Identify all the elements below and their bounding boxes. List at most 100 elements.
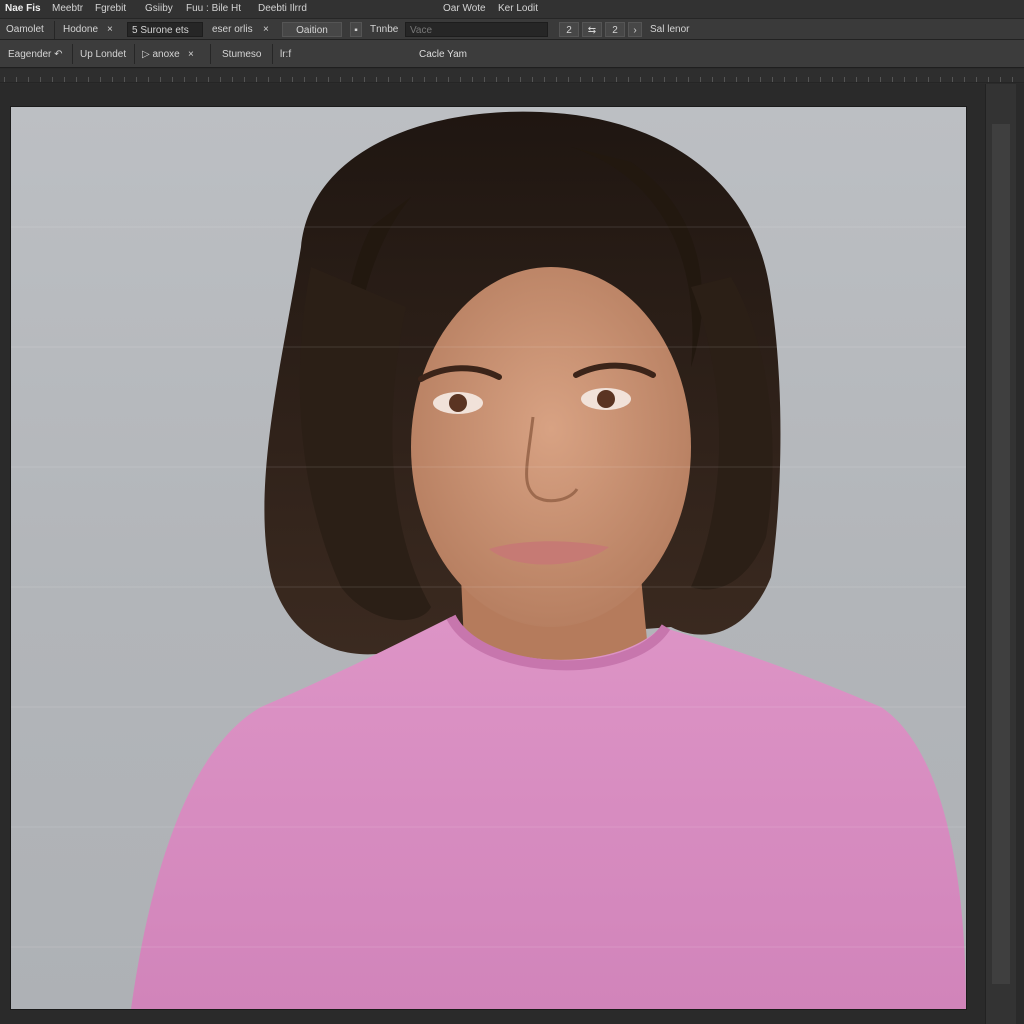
ruler-tick: [988, 77, 989, 82]
menu-item-layer[interactable]: Gsiiby: [145, 3, 173, 14]
tone-label: Tnnbe: [370, 24, 399, 35]
ruler-tick: [112, 77, 113, 82]
close-icon[interactable]: ×: [188, 47, 194, 62]
chevron-right-icon[interactable]: ›: [628, 22, 642, 37]
ruler-tick: [928, 77, 929, 82]
shirt: [131, 617, 966, 1009]
ruler-tick: [892, 77, 893, 82]
ruler-tick: [532, 77, 533, 82]
ruler-tick: [244, 77, 245, 82]
nav-button-1[interactable]: 2: [559, 22, 579, 37]
ruler-tick: [172, 77, 173, 82]
ruler-tick: [592, 77, 593, 82]
tab-annex[interactable]: ▷ anoxe: [142, 47, 180, 62]
ruler-tick: [424, 77, 425, 82]
menu-item-window[interactable]: Oar Wote: [443, 3, 486, 14]
ruler-tick: [580, 77, 581, 82]
image-canvas[interactable]: [10, 106, 967, 1010]
right-options-label[interactable]: Sal lenor: [650, 22, 689, 37]
ruler-tick: [388, 77, 389, 82]
ruler-tick: [268, 77, 269, 82]
preset-label[interactable]: Oamolet: [6, 22, 44, 37]
ruler-tick: [1012, 77, 1013, 82]
ruler-tick: [484, 77, 485, 82]
ruler-tick: [712, 77, 713, 82]
left-iris: [449, 394, 467, 412]
layer-field[interactable]: 5 Surone ets: [127, 22, 203, 37]
ruler-tick: [868, 77, 869, 82]
ruler-tick: [292, 77, 293, 82]
ruler-tick: [460, 77, 461, 82]
vertical-scrollbar[interactable]: [985, 84, 1016, 1024]
lock-icon[interactable]: ▪: [350, 22, 362, 37]
ruler-tick: [376, 77, 377, 82]
portrait-photo: [11, 111, 966, 1009]
ruler-tick: [820, 77, 821, 82]
ruler-tick: [676, 77, 677, 82]
ruler-tick: [184, 77, 185, 82]
ruler-tick: [316, 77, 317, 82]
close-icon[interactable]: ×: [107, 22, 113, 37]
ruler-tick: [568, 77, 569, 82]
menu-item-file[interactable]: Nae Fis: [5, 3, 41, 14]
ruler-tick: [436, 77, 437, 82]
tab-up-loader[interactable]: Up Londet: [80, 47, 126, 62]
nav-button-3[interactable]: 2: [605, 22, 625, 37]
ruler-tick: [148, 77, 149, 82]
ruler-tick: [280, 77, 281, 82]
blend-selector[interactable]: eser orlis: [212, 22, 253, 37]
ruler-tick: [628, 77, 629, 82]
ruler-tick: [328, 77, 329, 82]
mode-selector[interactable]: Hodone: [63, 22, 98, 37]
ruler-tick: [4, 77, 5, 82]
ruler-tick: [796, 77, 797, 82]
ruler-tick: [604, 77, 605, 82]
divider: [54, 21, 55, 39]
ruler-tick: [364, 77, 365, 82]
workspace: [0, 84, 1024, 1024]
menu-item-view[interactable]: Deebti Ilrrd: [258, 3, 307, 14]
close-icon[interactable]: ×: [263, 22, 269, 37]
ruler-tick: [28, 77, 29, 82]
ruler-tick: [220, 77, 221, 82]
scrollbar-thumb[interactable]: [992, 124, 1010, 984]
document-tab-bar: Eagender ↶ Up Londet ▷ anoxe × Stumeso l…: [0, 40, 1024, 68]
ruler-tick: [952, 77, 953, 82]
ruler-tick: [256, 77, 257, 82]
ruler-tick: [916, 77, 917, 82]
face: [411, 267, 691, 627]
ruler-tick: [832, 77, 833, 82]
menu-item-image[interactable]: Fgrebit: [95, 3, 126, 14]
swap-icon[interactable]: ⇆: [582, 22, 602, 37]
ruler-tick: [232, 77, 233, 82]
tab-small[interactable]: lr:f: [280, 47, 291, 62]
option-button[interactable]: Oaition: [282, 22, 342, 37]
ruler-tick: [700, 77, 701, 82]
ruler-tick: [160, 77, 161, 82]
menu-item-help[interactable]: Ker Lodit: [498, 3, 538, 14]
menu-item-filter[interactable]: Fuu : Bile Ht: [186, 3, 241, 14]
tab-expander[interactable]: Eagender ↶: [8, 47, 63, 62]
nav-button-label: ›: [633, 25, 637, 36]
ruler-tick: [736, 77, 737, 82]
menu-bar: Nae Fis Meebtr Fgrebit Gsiiby Fuu : Bile…: [0, 0, 1024, 18]
nav-button-label: 2: [566, 25, 572, 36]
ruler-tick: [856, 77, 857, 82]
ruler-tick: [772, 77, 773, 82]
ruler-tick: [196, 77, 197, 82]
ruler-tick: [964, 77, 965, 82]
tab-stumeso[interactable]: Stumeso: [222, 47, 261, 62]
layer-field-prefix: 5: [132, 25, 138, 36]
ruler-tick: [652, 77, 653, 82]
nav-button-label: ⇆: [587, 25, 597, 36]
menu-item-edit[interactable]: Meebtr: [52, 3, 83, 14]
ruler-tick: [724, 77, 725, 82]
nav-button-label: 2: [612, 25, 618, 36]
ruler-tick: [304, 77, 305, 82]
option-button-label: Oaition: [296, 25, 328, 36]
ruler-tick: [940, 77, 941, 82]
ruler-tick: [640, 77, 641, 82]
ruler-tick: [352, 77, 353, 82]
ruler-tick: [520, 77, 521, 82]
value-field[interactable]: Vace: [405, 22, 548, 37]
